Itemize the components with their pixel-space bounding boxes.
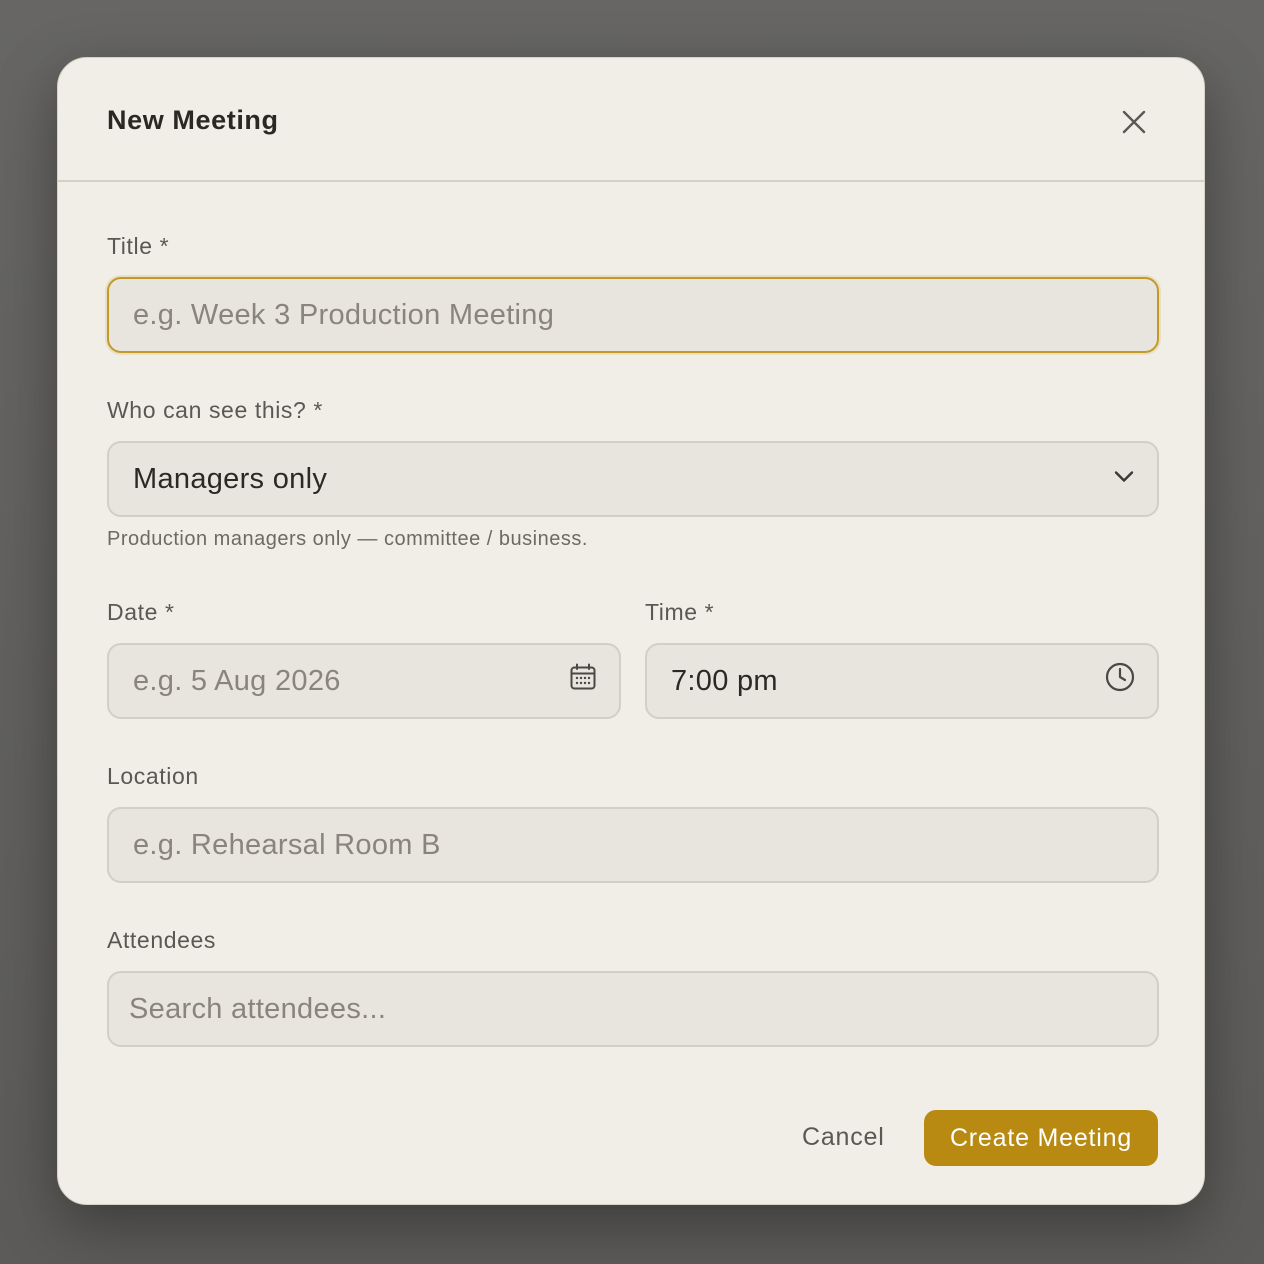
visibility-label: Who can see this? * (107, 397, 323, 423)
date-input[interactable]: e.g. 5 Aug 2026 (107, 643, 621, 719)
visibility-hint: Production managers only — committee / b… (107, 528, 588, 550)
visibility-select[interactable]: Managers only (107, 441, 1159, 517)
new-meeting-dialog: New Meeting Title * e.g. Week 3 Producti… (57, 57, 1205, 1205)
create-meeting-button[interactable]: Create Meeting (924, 1110, 1158, 1166)
time-value: 7:00 pm (671, 664, 778, 697)
dialog-title: New Meeting (107, 105, 279, 135)
date-placeholder: e.g. 5 Aug 2026 (133, 664, 341, 697)
chevron-down-icon (1113, 463, 1135, 496)
close-icon[interactable] (1120, 108, 1148, 136)
location-placeholder: e.g. Rehearsal Room B (133, 828, 441, 861)
title-label: Title * (107, 233, 170, 259)
time-input[interactable]: 7:00 pm (645, 643, 1159, 719)
title-input[interactable]: e.g. Week 3 Production Meeting (107, 277, 1159, 353)
time-label: Time * (645, 599, 715, 625)
calendar-icon[interactable] (569, 663, 597, 699)
visibility-selected-value: Managers only (133, 462, 328, 495)
date-label: Date * (107, 599, 175, 625)
dialog-header: New Meeting (58, 58, 1204, 182)
location-label: Location (107, 763, 199, 789)
attendees-placeholder: Search attendees... (129, 992, 387, 1025)
cancel-button[interactable]: Cancel (802, 1123, 885, 1152)
location-input[interactable]: e.g. Rehearsal Room B (107, 807, 1159, 883)
title-placeholder: e.g. Week 3 Production Meeting (133, 298, 555, 331)
attendees-search-input[interactable]: Search attendees... (107, 971, 1159, 1047)
clock-icon[interactable] (1105, 662, 1135, 700)
attendees-label: Attendees (107, 927, 216, 953)
create-meeting-label: Create Meeting (949, 1123, 1133, 1152)
